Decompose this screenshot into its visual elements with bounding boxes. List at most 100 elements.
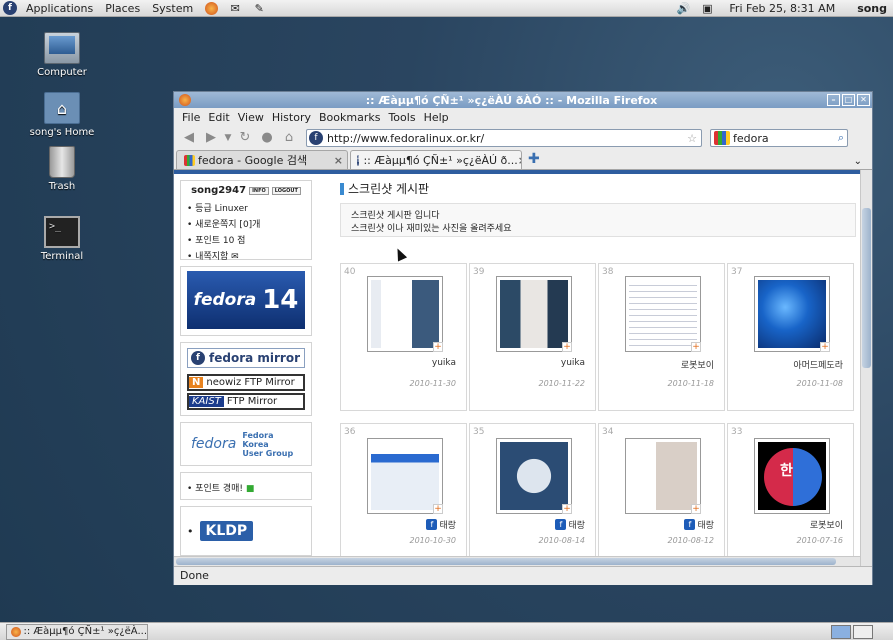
taskbar-firefox-item[interactable]: :: Æàµµ¶ó ÇÑ±¹ »ç¿ëÀ... — [6, 623, 148, 640]
post-date: 2010-08-12 — [667, 536, 715, 545]
neowiz-ftp-link[interactable]: Nneowiz FTP Mirror — [187, 374, 305, 391]
thumbnail[interactable]: + — [496, 438, 572, 514]
desktop-icon-trash[interactable]: Trash — [17, 146, 107, 192]
fedora-korea-ug-banner[interactable]: fedora Fedora Korea User Group — [180, 422, 312, 466]
inbox-link[interactable]: • 내쪽지함 ✉ — [187, 249, 305, 262]
back-button[interactable]: ◀ — [178, 128, 200, 148]
google-search-engine-icon[interactable] — [714, 131, 730, 145]
reload-button[interactable]: ↻ — [234, 128, 256, 148]
gallery-item[interactable]: 38 + 로봇보이 2010-11-18 — [598, 263, 725, 411]
volume-icon[interactable]: 🔊 — [675, 1, 691, 15]
minimize-button[interactable]: – — [827, 94, 840, 106]
home-button[interactable]: ⌂ — [278, 128, 300, 148]
new-messages-link[interactable]: • 새로운쪽지 [0]개 — [187, 217, 305, 230]
tab-label: :: Æàµµ¶ó ÇÑ±¹ »ç¿ëÀÚ ð... — [363, 153, 518, 167]
desktop-icon-computer[interactable]: Computer — [17, 32, 107, 78]
thumbnail[interactable]: + — [625, 276, 701, 352]
post-author[interactable]: yuika — [561, 358, 585, 368]
firefox-launcher-icon[interactable] — [203, 1, 219, 15]
workspace-2[interactable] — [853, 624, 873, 639]
post-author[interactable]: 로봇보이 — [810, 518, 843, 531]
tab-close-icon[interactable]: × — [334, 154, 343, 167]
gallery-item[interactable]: 34 + f 태랑 2010-08-12 — [598, 423, 725, 566]
kldp-banner[interactable]: • KLDP — [180, 506, 312, 556]
post-author[interactable]: yuika — [432, 358, 456, 368]
board-main: 스크린샷 게시판 스크린샷 게시판 입니다 스크린샷 이나 재미있는 사진을 올… — [340, 180, 856, 566]
new-tab-icon[interactable]: ✚ — [528, 151, 544, 167]
post-author[interactable]: 로봇보이 — [681, 358, 714, 371]
url-bar[interactable]: f http://www.fedoralinux.or.kr/ ☆ — [306, 129, 702, 147]
trash-icon — [49, 146, 75, 178]
navigation-toolbar: ◀ ▶ ▼ ↻ ● ⌂ f http://www.fedoralinux.or.… — [174, 126, 872, 150]
menu-edit[interactable]: Edit — [204, 111, 233, 124]
title-bar-icon — [340, 182, 344, 195]
post-date: 2010-07-16 — [796, 536, 844, 545]
notes-launcher-icon[interactable]: ✎ — [251, 1, 267, 15]
plus-icon: + — [562, 342, 572, 352]
mail-launcher-icon[interactable]: ✉ — [227, 1, 243, 15]
search-magnifier-icon[interactable]: ⌕ — [838, 131, 844, 145]
system-menu[interactable]: System — [146, 0, 199, 17]
board-title: 스크린샷 게시판 — [340, 180, 856, 197]
close-button[interactable]: ✕ — [857, 94, 870, 106]
gallery-item[interactable]: 36 + f 태랑 2010-10-30 — [340, 423, 467, 566]
fedora-mirror-banner[interactable]: f fedora mirror — [187, 348, 305, 368]
menu-bookmarks[interactable]: Bookmarks — [315, 111, 384, 124]
point-auction-link[interactable]: • 포인트 경매! ■ — [180, 472, 312, 500]
gallery-item[interactable]: 37 + 아머드페도라 2010-11-08 — [727, 263, 854, 411]
menu-help[interactable]: Help — [420, 111, 453, 124]
post-author[interactable]: f 태랑 — [426, 518, 456, 531]
menu-file[interactable]: File — [178, 111, 204, 124]
horizontal-scrollbar[interactable] — [174, 556, 860, 566]
post-author[interactable]: f 태랑 — [684, 518, 714, 531]
thumbnail[interactable]: + — [367, 438, 443, 514]
fedora-badge-icon: f — [555, 519, 567, 530]
user-menu[interactable]: song — [849, 2, 893, 15]
tab-list-chevron-icon[interactable]: ⌄ — [854, 156, 862, 167]
stop-button[interactable]: ● — [256, 128, 278, 148]
thumbnail[interactable]: + — [367, 276, 443, 352]
forward-button[interactable]: ▶ — [200, 128, 222, 148]
mirror-box: f fedora mirror Nneowiz FTP Mirror KAIST… — [180, 342, 312, 416]
vertical-scrollbar[interactable] — [860, 170, 872, 566]
gallery-item[interactable]: 39 + yuika 2010-11-22 — [469, 263, 596, 411]
gallery-item[interactable]: 33 한 로봇보이 2010-07-16 — [727, 423, 854, 566]
post-author[interactable]: 아머드페도라 — [793, 358, 843, 371]
post-date: 2010-11-30 — [409, 379, 457, 388]
menu-history[interactable]: History — [268, 111, 315, 124]
gallery-item[interactable]: 40 + yuika 2010-11-30 — [340, 263, 467, 411]
history-dropdown-icon[interactable]: ▼ — [222, 128, 234, 148]
window-titlebar[interactable]: :: Æàµµ¶ó ÇÑ±¹ »ç¿ëÀÚ ðÀÓ :: - Mozilla F… — [174, 92, 872, 108]
search-bar[interactable]: fedora ⌕ — [710, 129, 848, 147]
thumbnail[interactable]: + — [496, 276, 572, 352]
tab-fedoralinux[interactable]: f :: Æàµµ¶ó ÇÑ±¹ »ç¿ëÀÚ ð... × — [350, 150, 522, 169]
clock[interactable]: Fri Feb 25, 8:31 AM — [719, 2, 849, 15]
thumbnail[interactable]: + — [625, 438, 701, 514]
menu-view[interactable]: View — [234, 111, 268, 124]
applications-menu[interactable]: Applications — [20, 0, 99, 17]
logout-button[interactable]: LOGOUT — [271, 186, 301, 195]
menu-tools[interactable]: Tools — [384, 111, 419, 124]
kaist-ftp-link[interactable]: KAIST FTP Mirror — [187, 393, 305, 410]
search-input[interactable]: fedora — [733, 132, 769, 145]
fedora14-banner[interactable]: fedora 14 — [180, 266, 312, 336]
maximize-button[interactable]: □ — [842, 94, 855, 106]
thumbnail[interactable]: 한 — [754, 438, 830, 514]
google-favicon-icon — [184, 154, 195, 166]
mailbox-icon: ✉ — [231, 252, 239, 262]
desktop-icon-home[interactable]: ⌂ song's Home — [17, 92, 107, 138]
desktop-icon-terminal[interactable]: >_ Terminal — [17, 216, 107, 262]
places-menu[interactable]: Places — [99, 0, 146, 17]
post-author[interactable]: f 태랑 — [555, 518, 585, 531]
plus-icon: + — [433, 342, 443, 352]
thumbnail[interactable]: + — [754, 276, 830, 352]
post-date: 2010-11-22 — [538, 379, 586, 388]
fedora-logo-icon[interactable]: f — [3, 1, 17, 15]
tab-close-icon[interactable]: × — [518, 154, 521, 167]
workspace-1[interactable] — [831, 624, 851, 639]
bookmark-star-icon[interactable]: ☆ — [687, 132, 697, 145]
info-button[interactable]: INFO — [249, 186, 269, 195]
network-icon[interactable]: ▣ — [699, 1, 715, 15]
gallery-item[interactable]: 35 + f 태랑 2010-08-14 — [469, 423, 596, 566]
tab-google-search[interactable]: fedora - Google 검색 × — [176, 150, 348, 169]
